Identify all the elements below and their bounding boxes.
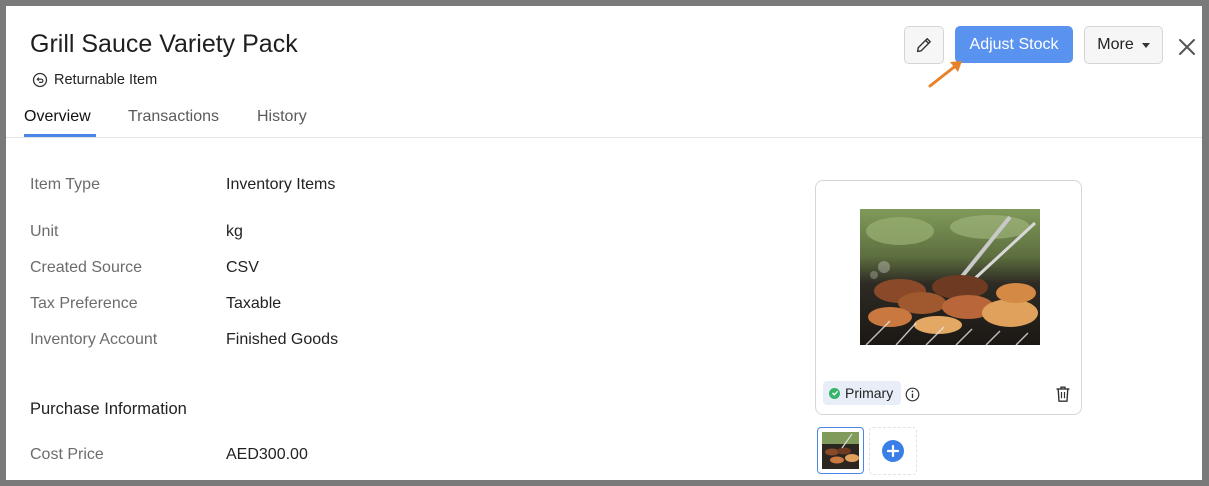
info-icon[interactable] — [905, 387, 920, 402]
detail-row-inventory-account: Inventory Account Finished Goods — [30, 331, 338, 349]
plus-icon — [882, 440, 904, 462]
return-icon — [32, 72, 48, 88]
purchase-information-heading: Purchase Information — [30, 400, 187, 418]
grill-photo-icon — [860, 209, 1040, 345]
detail-label: Unit — [30, 223, 59, 240]
detail-value: CSV — [226, 259, 259, 276]
item-detail-panel: Grill Sauce Variety Pack Returnable Item… — [6, 6, 1202, 480]
close-icon[interactable] — [1176, 36, 1198, 58]
detail-row-item-type: Item Type Inventory Items — [30, 176, 335, 194]
detail-value: Finished Goods — [226, 331, 339, 348]
detail-label: Cost Price — [30, 446, 104, 463]
more-dropdown-button[interactable]: More — [1084, 26, 1163, 64]
returnable-item-label: Returnable Item — [54, 72, 158, 88]
detail-value: AED300.00 — [226, 446, 308, 463]
caret-down-icon — [1141, 42, 1150, 48]
detail-label: Tax Preference — [30, 295, 138, 312]
item-image-card: Primary — [815, 180, 1082, 415]
item-photo[interactable] — [860, 209, 1040, 345]
primary-badge-label: Primary — [845, 385, 894, 401]
tab-overview[interactable]: Overview — [24, 108, 91, 126]
primary-badge: Primary — [823, 381, 902, 405]
add-image-button[interactable] — [869, 427, 917, 475]
grill-thumbnail-icon — [822, 432, 859, 469]
tab-bar: Overview Transactions History — [6, 102, 1202, 138]
image-thumbnail[interactable] — [817, 427, 864, 474]
more-label: More — [1097, 36, 1134, 53]
detail-value: Taxable — [226, 295, 282, 312]
tab-history[interactable]: History — [257, 108, 307, 126]
adjust-stock-button[interactable]: Adjust Stock — [955, 26, 1073, 63]
detail-label: Inventory Account — [30, 331, 158, 348]
tab-transactions[interactable]: Transactions — [128, 108, 219, 126]
returnable-item-indicator: Returnable Item — [32, 72, 157, 88]
detail-label: Item Type — [30, 176, 100, 193]
detail-row-unit: Unit kg — [30, 223, 243, 241]
detail-row-tax-preference: Tax Preference Taxable — [30, 295, 281, 313]
detail-label: Created Source — [30, 259, 143, 276]
annotation-arrow-icon — [928, 61, 962, 88]
active-tab-indicator — [24, 134, 96, 137]
page-title: Grill Sauce Variety Pack — [30, 30, 298, 58]
detail-row-cost-price: Cost Price AED300.00 — [30, 446, 308, 464]
pencil-icon — [916, 38, 931, 53]
detail-value: kg — [226, 223, 243, 240]
check-circle-icon — [829, 387, 840, 399]
detail-value: Inventory Items — [226, 176, 336, 193]
trash-icon[interactable] — [1055, 385, 1071, 403]
detail-row-created-source: Created Source CSV — [30, 259, 259, 277]
